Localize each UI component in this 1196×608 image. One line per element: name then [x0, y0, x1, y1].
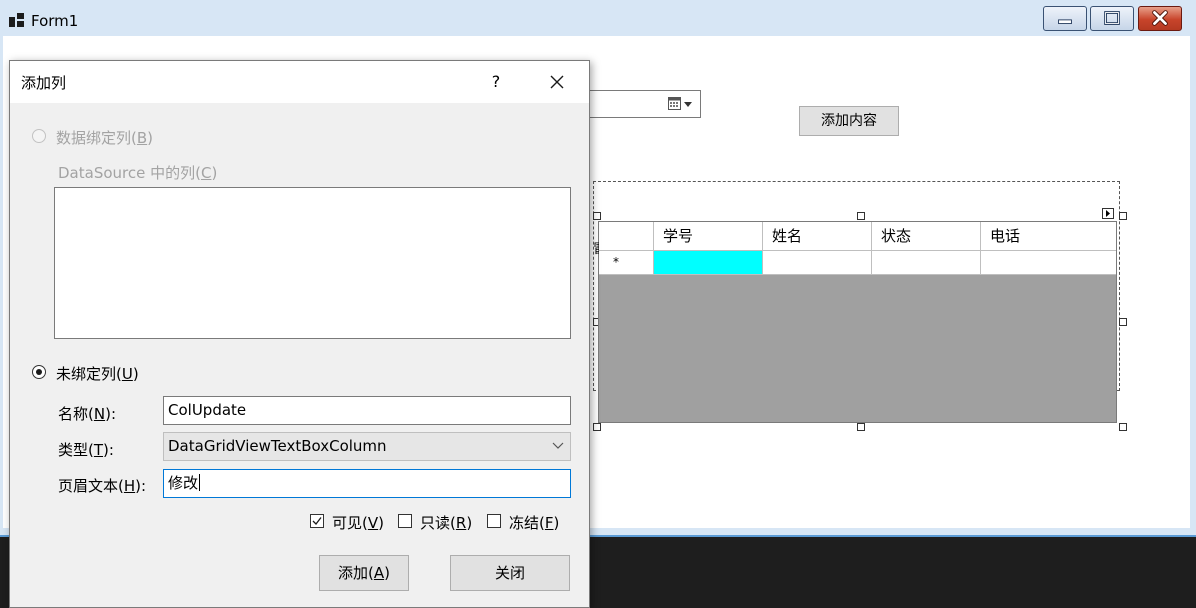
readonly-checkbox[interactable]	[398, 514, 412, 528]
text-caret	[199, 474, 201, 491]
grid-header-row: 学号 姓名 状态 电话	[599, 222, 1116, 251]
resize-handle[interactable]	[1119, 318, 1127, 326]
datasource-columns-label: DataSource 中的列(C)	[58, 164, 218, 182]
readonly-label: 只读(R)	[420, 514, 473, 532]
visible-checkbox[interactable]	[310, 514, 324, 528]
resize-handle[interactable]	[593, 423, 601, 431]
grid-cell-selected[interactable]	[654, 251, 763, 275]
frozen-checkbox[interactable]	[487, 514, 501, 528]
header-text-value: 修改	[168, 474, 199, 492]
help-button[interactable]: ?	[484, 69, 508, 95]
add-button[interactable]: 添加(A)	[319, 555, 409, 591]
clipped-label: 冒	[593, 238, 599, 257]
column-header[interactable]: 状态	[872, 222, 981, 250]
maximize-icon	[1104, 11, 1120, 25]
window-close-button[interactable]	[1138, 6, 1182, 31]
name-input[interactable]: ColUpdate	[163, 396, 571, 425]
resize-handle[interactable]	[1119, 423, 1127, 431]
resize-handle[interactable]	[1119, 212, 1127, 220]
calendar-dropdown-icon	[668, 97, 692, 110]
minimize-icon	[1058, 19, 1072, 25]
resize-handle[interactable]	[857, 423, 865, 431]
dialog-close-icon[interactable]	[546, 71, 568, 93]
grid-cell[interactable]	[872, 251, 981, 275]
close-dialog-button[interactable]: 关闭	[450, 555, 570, 591]
unbound-column-label: 未绑定列(U)	[56, 365, 139, 383]
dialog-title-bar[interactable]: 添加列 ?	[10, 61, 589, 103]
visible-label: 可见(V)	[332, 514, 384, 532]
grid-cell[interactable]	[763, 251, 872, 275]
databound-column-radio[interactable]	[32, 129, 46, 143]
chevron-down-icon	[552, 442, 564, 449]
column-header[interactable]: 学号	[654, 222, 763, 250]
header-text-label: 页眉文本(H):	[58, 477, 147, 495]
type-select[interactable]: DataGridViewTextBoxColumn	[163, 432, 571, 461]
resize-handle[interactable]	[593, 212, 601, 220]
add-column-dialog: 添加列 ? 数据绑定列(B) DataSource 中的列(C) 未绑定列(U)…	[9, 60, 590, 608]
app-icon	[9, 13, 24, 27]
window-title: Form1	[31, 12, 79, 30]
type-select-value: DataGridViewTextBoxColumn	[168, 437, 387, 455]
close-icon	[1152, 10, 1168, 26]
unbound-column-radio[interactable]	[32, 365, 46, 379]
resize-handle[interactable]	[857, 212, 865, 220]
grid-new-row: *	[599, 251, 1116, 275]
smart-tag-icon[interactable]	[1102, 208, 1114, 219]
maximize-button[interactable]	[1090, 6, 1134, 31]
column-header[interactable]: 姓名	[763, 222, 872, 250]
grid-top-left-header[interactable]	[599, 222, 654, 250]
header-text-input[interactable]: 修改	[163, 469, 571, 498]
dialog-title: 添加列	[21, 74, 67, 92]
name-label: 名称(N):	[58, 405, 117, 423]
title-bar[interactable]: Form1	[0, 0, 1196, 36]
databound-column-label: 数据绑定列(B)	[56, 129, 154, 147]
data-grid-view[interactable]: 学号 姓名 状态 电话 *	[598, 221, 1117, 423]
checkmark-icon	[312, 517, 322, 525]
frozen-label: 冻结(F)	[509, 514, 560, 532]
grid-cell[interactable]	[981, 251, 1116, 275]
datasource-columns-listbox[interactable]	[54, 187, 571, 339]
new-row-indicator[interactable]: *	[599, 251, 654, 275]
type-label: 类型(T):	[58, 441, 114, 459]
minimize-button[interactable]	[1043, 6, 1087, 31]
add-content-button[interactable]: 添加内容	[799, 106, 899, 136]
column-header[interactable]: 电话	[981, 222, 1116, 250]
